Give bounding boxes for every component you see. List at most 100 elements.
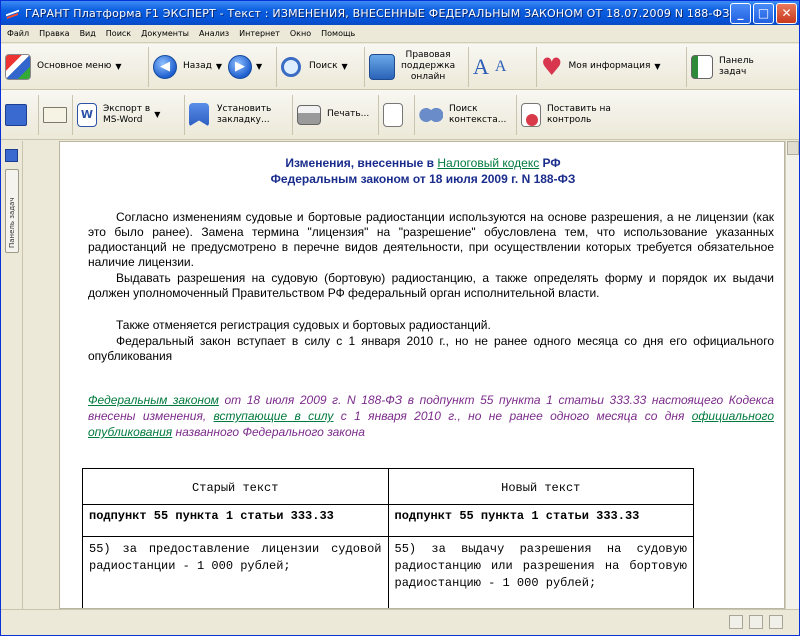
window-title: ГАРАНТ Платформа F1 ЭКСПЕРТ - Текст : ИЗ… [25, 6, 730, 20]
print-button[interactable]: Печать... [293, 94, 379, 135]
task-panel-label-1: Панель [719, 55, 754, 66]
note-text-3: названного Федерального закона [172, 425, 365, 439]
effective-link[interactable]: вступающие в силу [214, 409, 334, 423]
table-row: подпункт 55 пункта 1 статьи 333.33 подпу… [82, 504, 695, 537]
document-view: Изменения, внесенные в Налоговый кодекс … [59, 141, 785, 609]
menu-bar: Файл Правка Вид Поиск Документы Анализ И… [1, 25, 799, 43]
export-word-button[interactable]: W Экспорт в MS-Word ▼ [73, 94, 185, 135]
close-button[interactable]: ✕ [776, 2, 797, 24]
legal-support-label-3: онлайн [410, 72, 446, 82]
menu-search[interactable]: Поиск [106, 29, 131, 38]
new-text-header: Новый текст [387, 468, 695, 505]
panel-pin-icon[interactable] [5, 149, 18, 162]
set-control-button[interactable]: Поставить на контроль [517, 95, 635, 135]
bookmark-flag-icon [189, 102, 209, 127]
document-subtitle: Федеральным законом от 18 июля 2009 г. N… [270, 172, 576, 186]
set-bookmark-button[interactable]: Установить закладку... [185, 94, 293, 135]
menu-edit[interactable]: Правка [39, 29, 69, 38]
menu-help[interactable]: Помощь [321, 29, 355, 38]
main-toolbar: Основное меню ▼ ◀ Назад ▼ ▶ ▼ Поиск ▼ Пр… [1, 44, 799, 90]
main-menu-button[interactable]: Основное меню ▼ [1, 46, 149, 87]
menu-documents[interactable]: Документы [141, 29, 189, 38]
paragraph-4: Федеральный закон вступает в силу с 1 ян… [88, 334, 774, 363]
book-support-icon [369, 53, 395, 80]
document-info-button[interactable] [379, 94, 415, 135]
context-label-1: Поиск [449, 103, 478, 114]
title-prefix: Изменения, внесенные в [285, 156, 438, 170]
task-panel-icon [691, 54, 713, 79]
control-label-2: контроль [547, 114, 592, 125]
menu-view[interactable]: Вид [80, 29, 96, 38]
maximize-button[interactable]: □ [753, 2, 774, 24]
export-label-1: Экспорт в [103, 103, 151, 114]
paragraph-3: Также отменяется регистрация судовых и б… [116, 318, 491, 332]
new-text-cell: 55) за выдачу разрешения на судовую ради… [387, 536, 695, 608]
forward-button[interactable]: ▶ [227, 54, 252, 79]
legal-support-label-2: поддержка [401, 61, 456, 71]
context-search-button[interactable]: Поиск контекста... [415, 94, 517, 135]
note-text-2: с 1 января 2010 г., но не ранее одного м… [333, 409, 692, 423]
my-info-label: Моя информация [568, 61, 651, 71]
chevron-down-icon: ▼ [115, 62, 122, 71]
old-text-cell: 55) за предоставление лицензии судовой р… [82, 536, 389, 608]
title-bar[interactable]: ГАРАНТ Платформа F1 ЭКСПЕРТ - Текст : ИЗ… [1, 1, 799, 25]
federal-law-link[interactable]: Федеральным законом [88, 393, 219, 407]
task-panel-tab[interactable]: Панель задач [5, 169, 19, 253]
old-text-header: Старый текст [82, 468, 389, 505]
control-label-1: Поставить на [547, 103, 611, 114]
menu-window[interactable]: Окно [290, 29, 311, 38]
amendment-note: Федеральным законом от 18 июля 2009 г. N… [88, 392, 774, 440]
main-menu-flag-icon [5, 53, 31, 80]
vertical-scrollbar[interactable] [785, 141, 799, 609]
table-row: Старый текст Новый текст [82, 468, 695, 505]
search-button[interactable]: Поиск ▼ [277, 46, 365, 87]
heart-icon: ♥ [541, 52, 563, 81]
resize-grip-icon[interactable] [769, 615, 783, 629]
font-increase-icon[interactable]: A [473, 54, 489, 80]
envelope-icon [43, 106, 67, 123]
garant-logo-icon [5, 6, 21, 20]
font-decrease-icon[interactable]: A [495, 58, 507, 76]
chevron-down-icon: ▼ [341, 62, 348, 71]
menu-internet[interactable]: Интернет [239, 29, 280, 38]
search-label: Поиск [309, 61, 338, 71]
context-label-2: контекста... [449, 114, 507, 125]
document-control-icon [521, 102, 541, 127]
task-panel-button[interactable]: Панель задач [687, 47, 777, 87]
my-info-button[interactable]: ♥ Моя информация ▼ [537, 46, 687, 87]
legal-support-button[interactable]: Правовая поддержка онлайн [365, 46, 469, 87]
document-title: Изменения, внесенные в Налоговый кодекс … [60, 156, 784, 170]
chevron-down-icon: ▼ [654, 62, 661, 71]
search-icon [281, 56, 301, 77]
chevron-down-icon: ▼ [255, 62, 263, 71]
status-icon-2[interactable] [749, 615, 763, 629]
bookmark-label-2: закладку... [217, 114, 270, 125]
status-icon-1[interactable] [729, 615, 743, 629]
minimize-button[interactable]: _ [730, 2, 751, 24]
legal-support-label-1: Правовая [405, 50, 451, 60]
task-panel-tab-label: Панель задач [8, 197, 16, 248]
scroll-up-arrow[interactable] [787, 141, 799, 155]
save-button[interactable] [1, 94, 39, 135]
font-size-buttons[interactable]: A A [469, 46, 537, 87]
menu-file[interactable]: Файл [7, 29, 29, 38]
title-suffix: РФ [539, 156, 561, 170]
send-email-button[interactable] [39, 94, 73, 135]
export-label-2: MS-Word [103, 114, 143, 125]
chevron-down-icon: ▼ [215, 62, 222, 71]
back-label: Назад [183, 61, 212, 71]
old-subheading: подпункт 55 пункта 1 статьи 333.33 [82, 504, 389, 537]
back-button[interactable]: ◀ Назад ▼ ▶ ▼ [149, 46, 277, 87]
paragraph-2: Выдавать разрешения на судовую (бортовую… [88, 271, 774, 300]
side-panel: Панель задач [1, 141, 23, 609]
menu-analysis[interactable]: Анализ [199, 29, 229, 38]
document-toolbar: W Экспорт в MS-Word ▼ Установить закладк… [1, 90, 799, 140]
task-panel-label-2: задач [719, 66, 747, 77]
chevron-down-icon: ▼ [154, 110, 161, 119]
main-window: ГАРАНТ Платформа F1 ЭКСПЕРТ - Текст : ИЗ… [0, 0, 800, 636]
arrow-left-icon: ◀ [153, 54, 177, 79]
document-page-icon [383, 102, 403, 127]
new-subheading: подпункт 55 пункта 1 статьи 333.33 [387, 504, 695, 537]
print-label: Печать... [327, 109, 370, 119]
tax-code-link[interactable]: Налоговый кодекс [437, 156, 539, 170]
